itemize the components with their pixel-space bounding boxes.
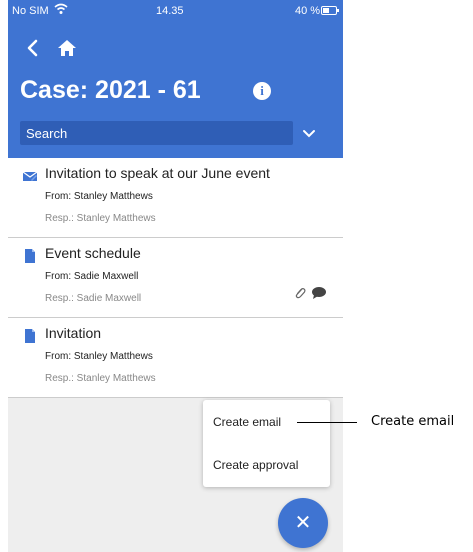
status-bar: No SIM 14.35 40 %: [8, 0, 343, 24]
close-icon: ✕: [294, 512, 312, 534]
item-responsible: Resp.: Sadie Maxwell: [45, 293, 142, 304]
chevron-down-icon[interactable]: [298, 122, 320, 144]
search-input[interactable]: [20, 121, 293, 145]
create-approval-menu-item[interactable]: Create approval: [213, 458, 298, 472]
case-document-list: Invitation to speak at our June event Fr…: [8, 158, 343, 398]
search-bar: [20, 121, 293, 145]
email-icon: [22, 171, 38, 181]
item-from: From: Stanley Matthews: [45, 351, 153, 362]
info-icon[interactable]: i: [253, 82, 271, 100]
callout-label: Create email: [371, 414, 455, 429]
item-subject: Event schedule: [45, 245, 141, 261]
document-icon: [25, 329, 35, 343]
back-icon[interactable]: [24, 38, 44, 58]
carrier-label: No SIM: [12, 5, 49, 17]
list-item[interactable]: Invitation From: Stanley Matthews Resp.:…: [8, 318, 343, 398]
create-menu: Create email Create approval: [203, 400, 330, 487]
close-fab-button[interactable]: ✕: [278, 498, 328, 548]
battery-percent: 40 %: [295, 5, 321, 17]
paperclip-icon: [295, 288, 306, 299]
comment-icon: [312, 287, 326, 299]
callout-line: [297, 422, 357, 423]
clock: 14.35: [156, 5, 184, 17]
page-title: Case: 2021 - 61: [20, 76, 201, 104]
list-item[interactable]: Event schedule From: Sadie Maxwell Resp.…: [8, 238, 343, 318]
item-from: From: Sadie Maxwell: [45, 271, 139, 282]
battery-icon: [321, 6, 339, 15]
item-responsible: Resp.: Stanley Matthews: [45, 373, 156, 384]
create-email-menu-item[interactable]: Create email: [213, 415, 281, 429]
list-item[interactable]: Invitation to speak at our June event Fr…: [8, 158, 343, 238]
app-header: No SIM 14.35 40 % Case: 2021 - 61 i: [8, 0, 343, 158]
wifi-icon: [54, 3, 68, 14]
item-subject: Invitation: [45, 325, 102, 341]
item-responsible: Resp.: Stanley Matthews: [45, 213, 156, 224]
document-icon: [25, 249, 35, 263]
home-icon[interactable]: [56, 38, 78, 58]
phone-screen: No SIM 14.35 40 % Case: 2021 - 61 i Sear…: [8, 0, 343, 552]
item-subject: Invitation to speak at our June event: [45, 165, 270, 181]
item-from: From: Stanley Matthews: [45, 191, 153, 202]
